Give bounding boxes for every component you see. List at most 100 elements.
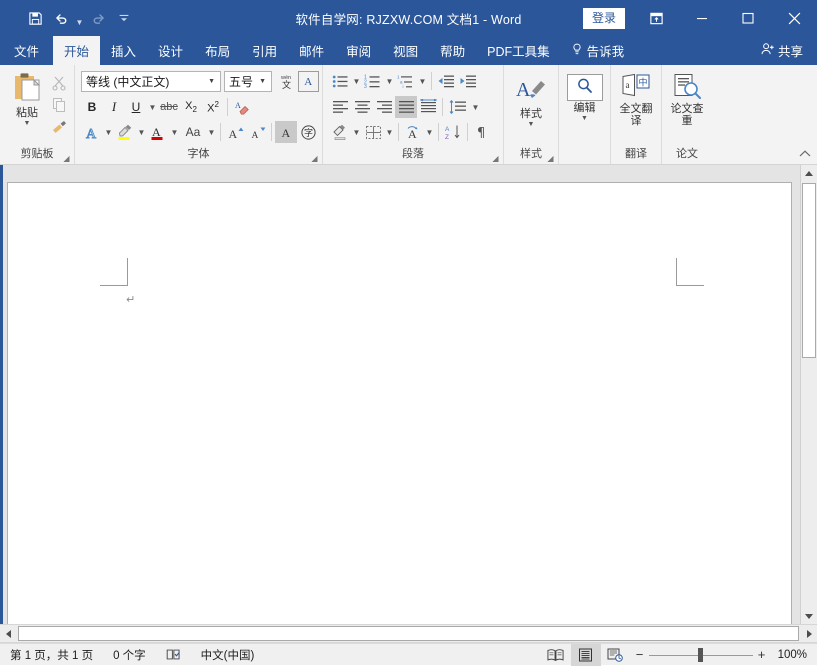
font-name-input[interactable]: 等线 (中文正文) ▼ [81, 71, 221, 92]
customize-qat-icon[interactable] [111, 6, 137, 30]
editing-dropdown-icon[interactable]: ▼ [581, 115, 588, 122]
multilevel-list-button[interactable]: 1ai [395, 70, 417, 92]
superscript-button[interactable]: X2 [202, 96, 224, 118]
shading-button[interactable] [329, 121, 351, 143]
text-effects-dropdown-icon[interactable]: ▼ [103, 121, 114, 143]
zoom-out-button[interactable]: − [631, 647, 649, 662]
scroll-left-arrow-icon[interactable] [0, 625, 17, 642]
align-right-button[interactable] [373, 96, 395, 118]
horizontal-scroll-track[interactable] [17, 626, 800, 641]
tab-home[interactable]: 开始 [53, 36, 100, 65]
thesis-plagiarism-check-button[interactable]: 论文查重 [666, 70, 708, 127]
shading-dropdown-icon[interactable]: ▼ [351, 121, 362, 143]
sort-button[interactable]: AZ [442, 121, 464, 143]
print-layout-icon[interactable] [571, 644, 601, 666]
word-count[interactable]: 0 个字 [103, 647, 156, 663]
horizontal-scrollbar[interactable] [0, 624, 817, 643]
web-layout-icon[interactable] [601, 644, 631, 666]
phonetic-guide-button[interactable]: wén文 [275, 70, 297, 92]
font-size-dropdown-icon[interactable]: ▼ [256, 78, 269, 85]
styles-dropdown-icon[interactable]: ▼ [528, 121, 535, 128]
tab-insert[interactable]: 插入 [100, 36, 147, 65]
char-border-button[interactable]: A [298, 71, 319, 92]
close-icon[interactable] [771, 0, 817, 36]
vertical-scrollbar[interactable] [800, 165, 817, 624]
paste-dropdown-icon[interactable]: ▼ [24, 120, 31, 127]
vertical-scroll-thumb[interactable] [802, 183, 816, 358]
ribbon-display-options-icon[interactable] [641, 3, 671, 33]
tab-view[interactable]: 视图 [382, 36, 429, 65]
collapse-ribbon-icon[interactable] [799, 149, 811, 162]
scroll-down-arrow-icon[interactable] [801, 607, 817, 624]
asian-layout-dropdown-icon[interactable]: ▼ [424, 121, 435, 143]
tab-mailings[interactable]: 邮件 [288, 36, 335, 65]
redo-icon[interactable] [85, 6, 111, 30]
undo-icon[interactable] [48, 6, 74, 30]
tab-file[interactable]: 文件 [0, 36, 53, 65]
minimize-icon[interactable] [679, 0, 725, 36]
borders-dropdown-icon[interactable]: ▼ [384, 121, 395, 143]
zoom-level[interactable]: 100% [771, 649, 817, 661]
show-formatting-marks-button[interactable]: ¶ [471, 121, 493, 143]
font-dialog-launcher-icon[interactable]: ◢ [310, 154, 319, 163]
clipboard-dialog-launcher-icon[interactable]: ◢ [62, 154, 71, 163]
document-canvas[interactable]: ↵ [0, 165, 817, 624]
subscript-button[interactable]: X2 [180, 96, 202, 118]
tab-review[interactable]: 审阅 [335, 36, 382, 65]
zoom-in-button[interactable]: + [753, 647, 771, 662]
italic-button[interactable]: I [103, 96, 125, 118]
scroll-right-arrow-icon[interactable] [800, 625, 817, 642]
tab-layout[interactable]: 布局 [194, 36, 241, 65]
bullets-button[interactable] [329, 70, 351, 92]
align-left-button[interactable] [329, 96, 351, 118]
paste-button[interactable]: 粘贴 ▼ [6, 68, 48, 127]
scroll-up-arrow-icon[interactable] [801, 165, 817, 182]
full-text-translate-button[interactable]: a 中 全文翻译 [615, 70, 657, 127]
enclose-characters-button[interactable]: 字 [297, 121, 319, 143]
increase-indent-button[interactable] [457, 70, 479, 92]
multilevel-dropdown-icon[interactable]: ▼ [417, 70, 428, 92]
copy-button[interactable] [48, 94, 70, 116]
distribute-button[interactable] [417, 96, 439, 118]
line-spacing-dropdown-icon[interactable]: ▼ [470, 96, 481, 118]
font-color-dropdown-icon[interactable]: ▼ [169, 121, 180, 143]
borders-button[interactable] [362, 121, 384, 143]
numbering-dropdown-icon[interactable]: ▼ [384, 70, 395, 92]
tell-me-box[interactable]: 告诉我 [561, 36, 635, 65]
styles-button[interactable]: A 样式 ▼ [508, 73, 554, 128]
zoom-slider-handle[interactable] [698, 648, 703, 662]
justify-button[interactable] [395, 96, 417, 118]
maximize-icon[interactable] [725, 0, 771, 36]
line-spacing-button[interactable] [446, 96, 470, 118]
clear-formatting-button[interactable]: A [231, 96, 253, 118]
read-mode-icon[interactable] [541, 644, 571, 666]
zoom-slider[interactable] [649, 644, 753, 666]
asian-layout-button[interactable]: A [402, 121, 424, 143]
change-case-button[interactable]: Aa [180, 121, 206, 143]
cut-button[interactable] [48, 72, 70, 94]
tab-help[interactable]: 帮助 [429, 36, 476, 65]
strikethrough-button[interactable]: abc [158, 96, 180, 118]
underline-dropdown-icon[interactable]: ▼ [147, 96, 158, 118]
decrease-indent-button[interactable] [435, 70, 457, 92]
bold-button[interactable]: B [81, 96, 103, 118]
tab-pdf-tools[interactable]: PDF工具集 [476, 36, 561, 65]
save-icon[interactable] [22, 6, 48, 30]
char-shading-button[interactable]: A [275, 121, 297, 143]
font-size-input[interactable]: 五号 ▼ [224, 71, 272, 92]
undo-dropdown-icon[interactable]: ▼ [74, 3, 85, 34]
tab-design[interactable]: 设计 [147, 36, 194, 65]
document-page[interactable]: ↵ [7, 182, 792, 624]
page-indicator[interactable]: 第 1 页，共 1 页 [0, 647, 103, 663]
font-color-button[interactable]: A [147, 121, 169, 143]
numbering-button[interactable]: 123 [362, 70, 384, 92]
bullets-dropdown-icon[interactable]: ▼ [351, 70, 362, 92]
horizontal-scroll-thumb[interactable] [18, 626, 799, 641]
grow-font-button[interactable]: A [224, 121, 246, 143]
text-effects-button[interactable]: A [81, 121, 103, 143]
styles-dialog-launcher-icon[interactable]: ◢ [546, 154, 555, 163]
editing-button[interactable]: 编辑 ▼ [563, 71, 606, 122]
underline-button[interactable]: U [125, 96, 147, 118]
change-case-dropdown-icon[interactable]: ▼ [206, 121, 217, 143]
highlight-dropdown-icon[interactable]: ▼ [136, 121, 147, 143]
